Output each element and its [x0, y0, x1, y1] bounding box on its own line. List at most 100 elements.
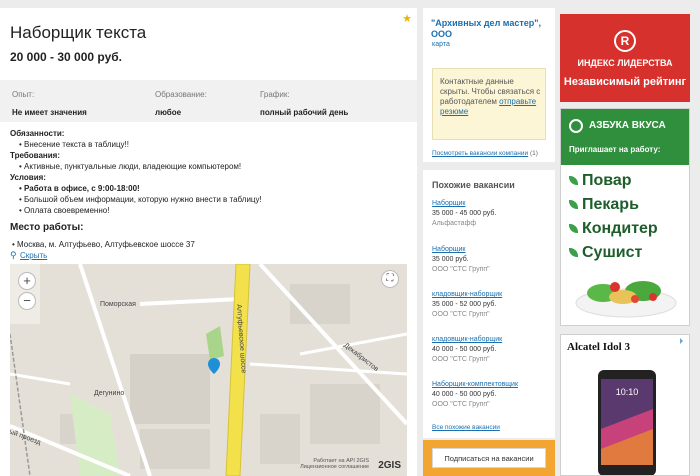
leaf-icon	[569, 200, 578, 210]
ad-job-label: Кондитер	[582, 220, 658, 237]
map-label-street: Поморская	[100, 301, 136, 308]
workplace-heading: Место работы:	[10, 222, 84, 233]
salad-plate-image	[575, 281, 677, 318]
company-card: "Архивных дел мастер", ООО карта Контакт…	[423, 8, 555, 162]
leaf-icon	[569, 224, 578, 234]
meta-schedule: График: полный рабочий день	[260, 90, 348, 117]
ad-job-label: Сушист	[582, 244, 643, 261]
workplace-address: Москва, м. Алтуфьево, Алтуфьевское шоссе…	[17, 240, 195, 249]
similar-heading: Похожие вакансии	[432, 180, 515, 190]
list-item: Сушист	[569, 241, 658, 265]
similar-salary: 40 000 - 50 000 руб.	[432, 346, 497, 353]
ad-job-label: Пекарь	[582, 196, 639, 213]
similar-title-link[interactable]: кладовщик-наборщик	[432, 335, 552, 345]
company-vacancies-count: (1)	[529, 150, 538, 157]
similar-company: ООО "СТС Групп"	[432, 356, 490, 363]
zoom-in-button[interactable]: +	[18, 272, 36, 290]
job-title: Наборщик текста	[10, 23, 147, 42]
ad-job-list: Повар Пекарь Кондитер Сушист	[569, 169, 658, 265]
ad-subline: Приглашает на работу:	[569, 145, 661, 154]
leaf-icon	[569, 176, 578, 186]
duties-list: Внесение текста в таблицу!!	[10, 139, 410, 150]
list-item: кладовщик-наборщик 35 000 - 52 000 руб. …	[432, 290, 552, 320]
meta-experience: Опыт: Не имеет значения	[12, 90, 87, 117]
ad-choices-icon[interactable]	[680, 338, 686, 344]
subscribe-button[interactable]: Подписаться на вакансии	[432, 448, 546, 468]
ad-job-label: Повар	[582, 172, 632, 189]
similar-salary: 35 000 - 52 000 руб.	[432, 301, 497, 308]
leadership-logo-icon: R	[614, 30, 636, 52]
similar-salary: 40 000 - 50 000 руб.	[432, 391, 497, 398]
ad-header: АЗБУКА ВКУСА Приглашает на работу:	[561, 109, 689, 165]
hide-map-label: Скрыть	[20, 251, 48, 260]
company-vacancies-label: Посмотреть вакансии компании	[432, 150, 529, 157]
conditions-list: Работа в офисе, с 9:00-18:00! Большой об…	[10, 183, 410, 216]
map-pin-icon: ⚲	[10, 250, 17, 260]
ad-leadership-index[interactable]: R ИНДЕКС ЛИДЕРСТВА Независимый рейтинг	[560, 14, 690, 102]
list-item: Наборщик-комплектовщик 40 000 - 50 000 р…	[432, 380, 552, 410]
azbuka-logo-icon	[569, 119, 583, 133]
zoom-out-button[interactable]: −	[18, 292, 36, 310]
meta-value: любое	[155, 108, 182, 117]
requirements-heading: Требования:	[10, 151, 60, 160]
meta-label: График:	[260, 90, 290, 99]
company-name-link[interactable]: "Архивных дел мастер", ООО	[431, 18, 551, 40]
ad-azbuka-vkusa[interactable]: АЗБУКА ВКУСА Приглашает на работу: Повар…	[560, 108, 690, 326]
ad-headline: ИНДЕКС ЛИДЕРСТВА	[577, 58, 673, 68]
leaf-icon	[569, 248, 578, 258]
conditions-heading: Условия:	[10, 173, 46, 182]
similar-salary: 35 000 - 45 000 руб.	[432, 210, 497, 217]
hide-map-link[interactable]: ⚲ Скрыть	[10, 250, 47, 260]
similar-title-link[interactable]: Наборщик	[432, 245, 552, 255]
all-similar-link[interactable]: Все похожие вакансии	[432, 424, 500, 431]
similar-title-link[interactable]: кладовщик-наборщик	[432, 290, 552, 300]
ad-headline: Alcatel Idol 3	[567, 341, 630, 353]
list-item: Кондитер	[569, 217, 658, 241]
fullscreen-icon[interactable]: ⛶	[381, 270, 399, 288]
map-copyright-line: Лицензионное соглашение	[300, 464, 369, 470]
company-map-link[interactable]: карта	[432, 41, 450, 48]
favorite-star-icon[interactable]: ★	[402, 12, 412, 25]
list-item: Повар	[569, 169, 658, 193]
requirements-list: Активные, пунктуальные люди, владеющие к…	[10, 161, 410, 172]
company-vacancies-link[interactable]: Посмотреть вакансии компании (1)	[432, 150, 538, 157]
similar-salary: 35 000 руб.	[432, 256, 469, 263]
meta-value: Не имеет значения	[12, 108, 87, 117]
map-copyright[interactable]: Работает на API 2GIS Лицензионное соглаш…	[300, 458, 369, 470]
similar-title-link[interactable]: Наборщик	[432, 199, 552, 209]
list-item: Пекарь	[569, 193, 658, 217]
meta-education: Образование: любое	[155, 90, 207, 117]
list-item: Наборщик 35 000 - 45 000 руб. Альфастафф	[432, 199, 552, 229]
phone-clock: 10:10	[616, 387, 639, 397]
vacancy-card: ★ Наборщик текста 20 000 - 30 000 руб. О…	[0, 8, 417, 476]
list-item: Активные, пунктуальные люди, владеющие к…	[19, 161, 410, 172]
ad-subline: Независимый рейтинг	[563, 76, 687, 88]
meta-value: полный рабочий день	[260, 108, 349, 117]
list-item: Наборщик 35 000 руб. ООО "СТС Групп"	[432, 245, 552, 275]
map-widget[interactable]: + − ⛶ Поморская Дегунино Алтуфьевское шо…	[10, 264, 407, 476]
list-item: Работа в офисе, с 9:00-18:00!	[19, 183, 410, 194]
job-meta-strip: Опыт: Не имеет значения Образование: люб…	[0, 80, 417, 122]
list-item: кладовщик-наборщик 40 000 - 50 000 руб. …	[432, 335, 552, 365]
gis-logo: 2GIS	[378, 460, 401, 471]
job-salary: 20 000 - 30 000 руб.	[10, 50, 122, 64]
map-label-district: Дегунино	[94, 390, 125, 397]
hidden-contacts-box: Контактные данные скрыты. Чтобы связатьс…	[432, 68, 546, 140]
map-canvas[interactable]	[10, 264, 407, 476]
meta-label: Образование:	[155, 90, 207, 99]
list-item: Большой объем информации, которую нужно …	[19, 194, 410, 205]
duties-heading: Обязанности:	[10, 129, 65, 138]
similar-company: ООО "СТС Групп"	[432, 311, 490, 318]
similar-vacancies: Похожие вакансии Наборщик 35 000 - 45 00…	[423, 170, 555, 438]
ad-alcatel[interactable]: Alcatel Idol 3 10:10	[560, 334, 690, 476]
phone-image: 10:10	[598, 370, 656, 475]
similar-company: ООО "СТС Групп"	[432, 401, 490, 408]
similar-company: ООО "СТС Групп"	[432, 266, 490, 273]
similar-company: Альфастафф	[432, 220, 477, 227]
subscribe-panel: Подписаться на вакансии	[423, 440, 555, 476]
meta-label: Опыт:	[12, 90, 35, 99]
list-item: Внесение текста в таблицу!!	[19, 139, 410, 150]
list-item: Оплата своевременно!	[19, 205, 410, 216]
ad-brand: АЗБУКА ВКУСА	[589, 120, 666, 131]
similar-title-link[interactable]: Наборщик-комплектовщик	[432, 380, 552, 390]
